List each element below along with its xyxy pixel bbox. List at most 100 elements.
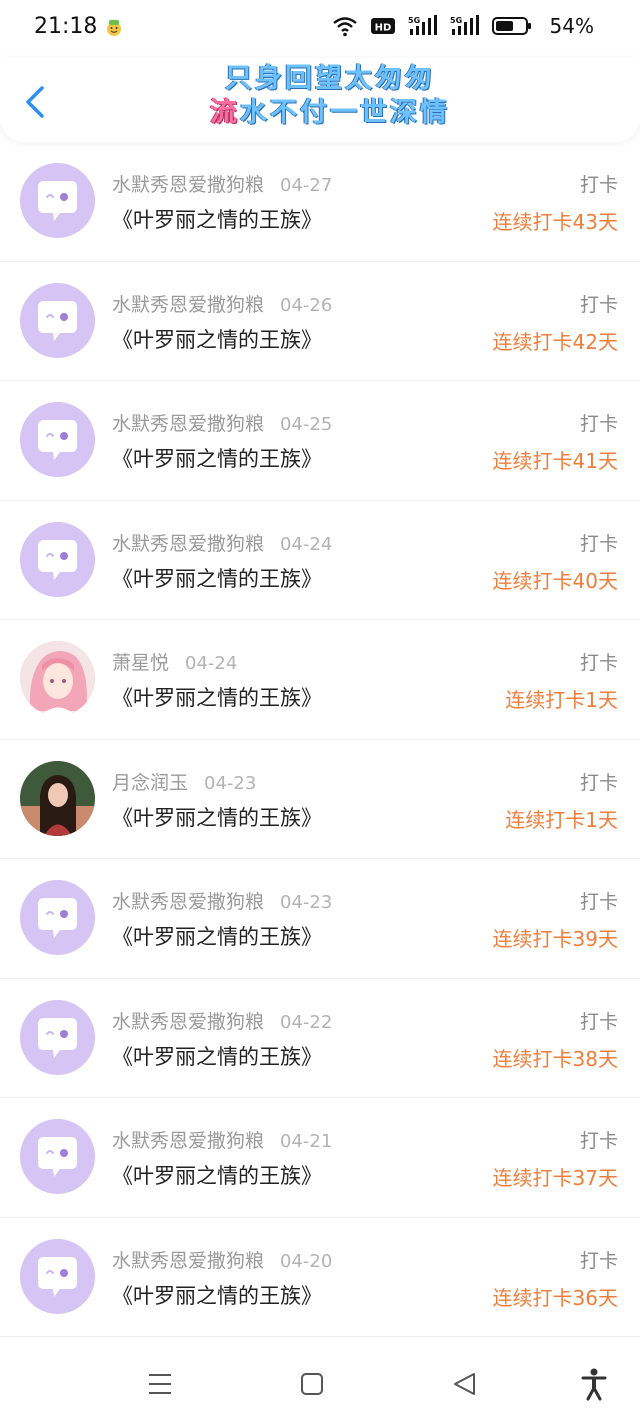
title-line-1: 只身回望太匆匆 — [225, 63, 435, 94]
avatar[interactable] — [20, 402, 95, 477]
user-name[interactable]: 水默秀恩爱撒狗粮 04-23 — [112, 887, 332, 914]
status-time: 21:18 — [34, 14, 98, 39]
home-square-icon — [301, 1373, 323, 1395]
list-item[interactable]: 水默秀恩爱撒狗粮 04-20 《叶罗丽之情的王族》 打卡 连续打卡36天 — [0, 1218, 640, 1337]
list-item[interactable]: 水默秀恩爱撒狗粮 04-27 《叶罗丽之情的王族》 打卡 连续打卡43天 — [0, 142, 640, 262]
avatar[interactable] — [20, 1119, 95, 1194]
status-bar: 21:18 HD 5G 5G 54% — [0, 0, 640, 58]
checkin-tag: 打卡 — [579, 652, 618, 674]
list-item[interactable]: 水默秀恩爱撒狗粮 04-25 《叶罗丽之情的王族》 打卡连续打卡41天 — [0, 381, 640, 501]
streak-count: 连续打卡41天 — [492, 449, 618, 473]
svg-text:HD: HD — [374, 23, 391, 34]
title-line-2-rest: 水不付一世深情 — [240, 97, 450, 128]
menu-icon — [149, 1374, 171, 1394]
svg-text:5G: 5G — [450, 16, 462, 25]
user-name-text: 水默秀恩爱撒狗粮 — [112, 532, 265, 555]
user-name[interactable]: 水默秀恩爱撒狗粮 04-26 — [112, 290, 332, 317]
user-name[interactable]: 水默秀恩爱撒狗粮 04-21 — [112, 1126, 332, 1153]
checkin-date: 04-20 — [280, 1250, 333, 1272]
user-name-text: 水默秀恩爱撒狗粮 — [112, 1249, 265, 1272]
user-name[interactable]: 水默秀恩爱撒狗粮 04-24 — [112, 529, 332, 556]
streak-count: 连续打卡40天 — [492, 568, 618, 593]
list-item[interactable]: 月念润玉 04-23 《叶罗丽之情的王族》 打卡 连续打卡1天 — [0, 740, 640, 859]
user-name-text: 水默秀恩爱撒狗粮 — [112, 293, 265, 316]
hd-badge-icon: HD — [370, 18, 395, 34]
checkin-tag: 打卡 — [579, 1249, 618, 1272]
accessibility-button[interactable] — [574, 1364, 614, 1404]
streak-count: 连续打卡1天 — [505, 688, 618, 712]
avatar[interactable] — [20, 1238, 95, 1314]
list-item[interactable]: 水默秀恩爱撒狗粮 04-23 《叶罗丽之情的王族》 打卡 连续打卡39天 — [0, 859, 640, 979]
checkin-date: 04-23 — [280, 892, 333, 913]
default-avatar-icon — [38, 539, 77, 580]
avatar[interactable] — [20, 282, 95, 358]
checkin-tag: 打卡 — [579, 1130, 618, 1152]
triangle-back-icon — [454, 1373, 475, 1395]
streak-count: 连续打卡1天 — [505, 807, 618, 832]
chevron-left-icon — [26, 86, 44, 118]
status-indicators: HD 5G 5G 54% — [332, 14, 594, 38]
checkin-date: 04-26 — [280, 294, 333, 316]
book-title: 《叶罗丽之情的王族》 — [112, 208, 322, 232]
checkin-date: 04-21 — [280, 1131, 333, 1152]
user-name[interactable]: 水默秀恩爱撒狗粮 04-20 — [112, 1246, 332, 1273]
avatar[interactable] — [20, 880, 95, 955]
user-name[interactable]: 水默秀恩爱撒狗粮 04-22 — [112, 1007, 332, 1034]
default-avatar-icon — [38, 181, 77, 221]
user-name-text: 月念润玉 — [112, 771, 189, 794]
system-navbar — [0, 1342, 640, 1422]
book-title: 《叶罗丽之情的王族》 — [112, 327, 322, 352]
accessibility-icon — [581, 1368, 607, 1401]
checkin-tag: 打卡 — [579, 532, 618, 555]
user-name[interactable]: 萧星悦 04-24 — [112, 648, 237, 675]
header: 只身回望太匆匆 流水不付一世深情 — [0, 58, 640, 142]
checkin-list: 水默秀恩爱撒狗粮 04-27 《叶罗丽之情的王族》 打卡 连续打卡43天 水默秀恩爱撒狗粮… — [0, 142, 640, 1337]
list-item[interactable]: 水默秀恩爱撒狗粮 04-26 《叶罗丽之情的王族》 打卡连续打卡42天 — [0, 262, 640, 381]
checkin-date: 04-22 — [280, 1011, 333, 1033]
avatar[interactable] — [20, 760, 95, 836]
menu-button[interactable] — [140, 1364, 180, 1404]
default-avatar-icon — [38, 1137, 77, 1177]
streak-count: 连续打卡39天 — [492, 927, 618, 951]
page-title: 只身回望太匆匆 流水不付一世深情 — [180, 62, 480, 130]
back-button[interactable] — [16, 80, 56, 124]
avatar[interactable] — [20, 521, 95, 597]
avatar[interactable] — [20, 163, 95, 238]
book-title: 《叶罗丽之情的王族》 — [112, 686, 322, 710]
checkin-tag: 打卡 — [579, 771, 618, 794]
default-avatar-icon — [38, 898, 77, 938]
default-avatar-icon — [38, 420, 77, 460]
photo-girl-avatar — [20, 760, 95, 836]
checkin-tag: 打卡 — [579, 293, 618, 316]
avatar[interactable] — [20, 641, 95, 716]
title-accent-char: 流 — [210, 97, 240, 128]
avatar[interactable] — [20, 999, 95, 1075]
checkin-tag: 打卡 — [579, 413, 618, 435]
streak-count: 连续打卡36天 — [492, 1285, 618, 1310]
signal-5g-secondary-icon: 5G — [450, 15, 479, 35]
user-name-text: 水默秀恩爱撒狗粮 — [112, 413, 265, 435]
checkin-date: 04-23 — [204, 772, 257, 794]
list-item[interactable]: 水默秀恩爱撒狗粮 04-22 《叶罗丽之情的王族》 打卡 连续打卡38天 — [0, 979, 640, 1098]
home-button[interactable] — [292, 1364, 332, 1404]
default-avatar-icon — [38, 1017, 77, 1058]
battery-percent: 54% — [549, 14, 594, 38]
streak-count: 连续打卡42天 — [492, 329, 618, 354]
list-item[interactable]: 萧星悦 04-24 《叶罗丽之情的王族》 打卡连续打卡1天 — [0, 620, 640, 740]
book-title: 《叶罗丽之情的王族》 — [112, 1164, 322, 1188]
checkin-date: 04-25 — [280, 414, 333, 435]
list-item[interactable]: 水默秀恩爱撒狗粮 04-21 《叶罗丽之情的王族》 打卡 连续打卡37天 — [0, 1098, 640, 1218]
default-avatar-icon — [38, 1256, 77, 1297]
user-name[interactable]: 月念润玉 04-23 — [112, 768, 256, 795]
user-name[interactable]: 水默秀恩爱撒狗粮 04-27 — [112, 170, 332, 197]
checkin-date: 04-27 — [280, 175, 333, 196]
list-item[interactable]: 水默秀恩爱撒狗粮 04-24 《叶罗丽之情的王族》 打卡 连续打卡40天 — [0, 501, 640, 620]
notification-emoji-icon — [107, 20, 121, 36]
user-name-text: 水默秀恩爱撒狗粮 — [112, 174, 265, 196]
user-name[interactable]: 水默秀恩爱撒狗粮 04-25 — [112, 409, 332, 436]
checkin-tag: 打卡 — [579, 174, 618, 196]
checkin-date: 04-24 — [185, 653, 238, 674]
book-title: 《叶罗丽之情的王族》 — [112, 447, 322, 471]
nav-back-button[interactable] — [444, 1364, 484, 1404]
checkin-tag: 打卡 — [579, 891, 618, 913]
